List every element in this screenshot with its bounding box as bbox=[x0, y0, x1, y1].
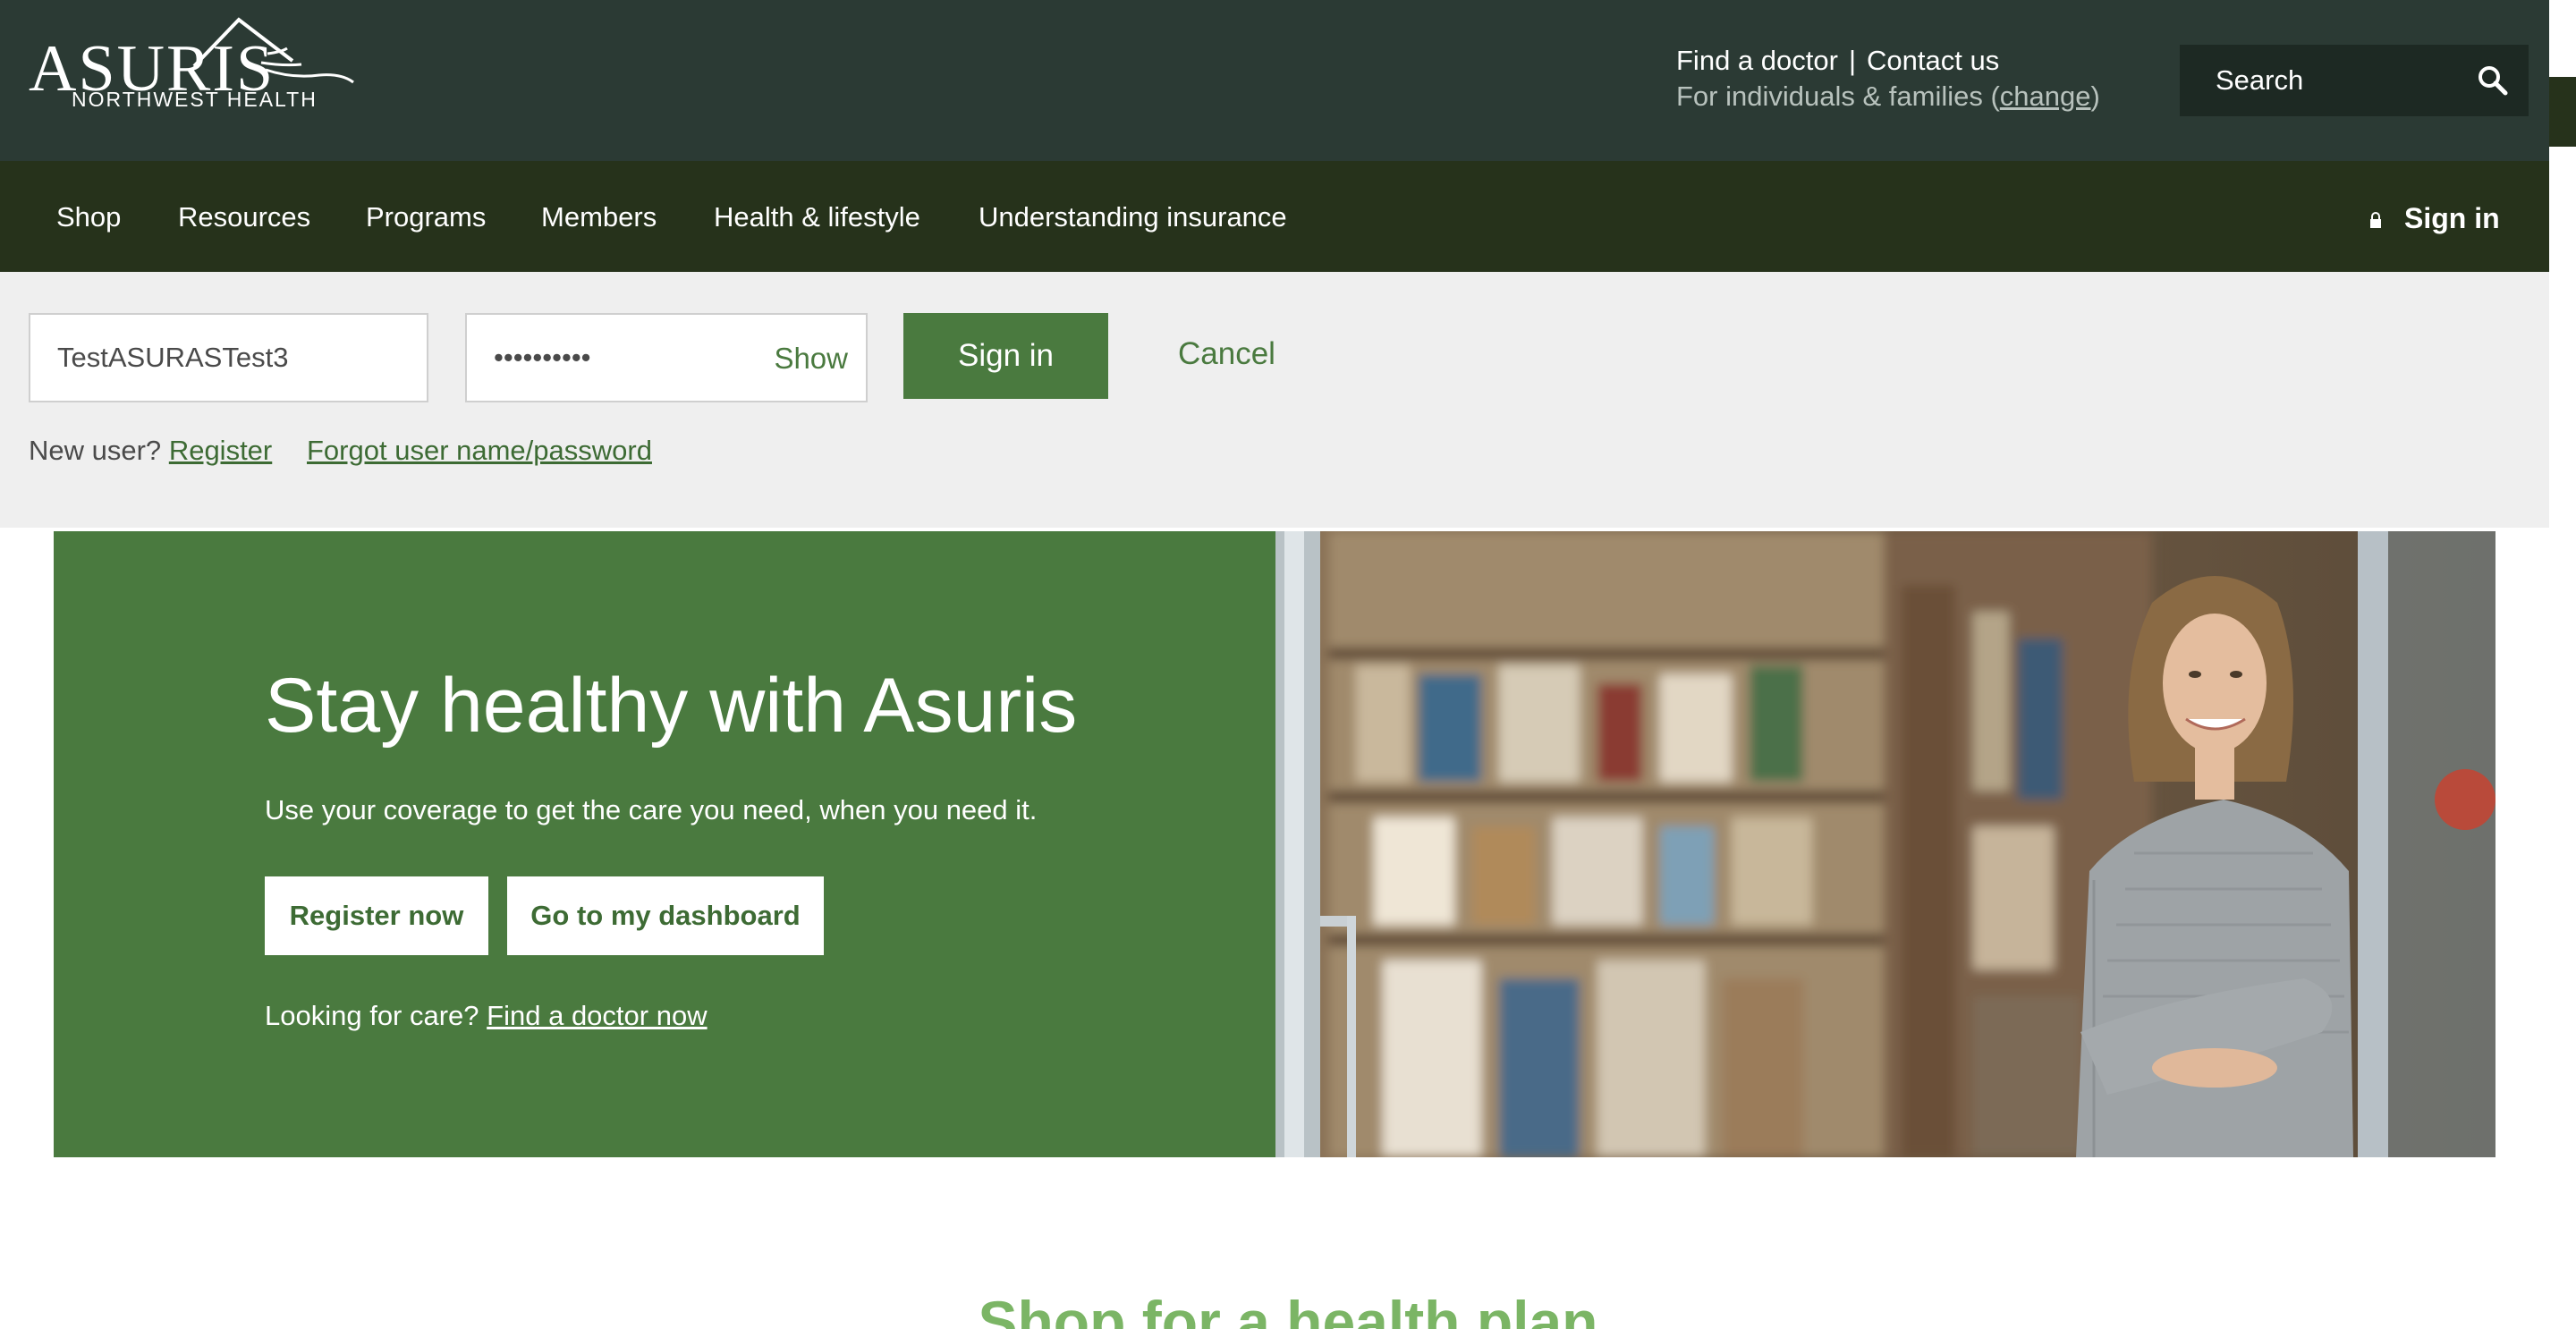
nav-item-resources[interactable]: Resources bbox=[178, 201, 310, 233]
woman-in-bookshop-image bbox=[1275, 531, 2496, 1157]
audience-text: For individuals & families ( bbox=[1676, 80, 2000, 112]
username-field[interactable] bbox=[30, 315, 427, 401]
signin-panel: Show Sign in Cancel New user? Register F… bbox=[0, 272, 2549, 528]
audience-change-link[interactable]: change bbox=[2000, 80, 2091, 112]
show-password-button[interactable]: Show bbox=[774, 342, 848, 376]
search-icon[interactable] bbox=[2477, 64, 2509, 97]
nav-item-health-lifestyle[interactable]: Health & lifestyle bbox=[714, 201, 920, 233]
contact-us-link[interactable]: Contact us bbox=[1867, 45, 1999, 76]
register-now-button[interactable]: Register now bbox=[265, 876, 488, 955]
hero-panel: Stay healthy with Asuris Use your covera… bbox=[54, 531, 1275, 1157]
search-box bbox=[2180, 45, 2529, 116]
looking-for-care: Looking for care? Find a doctor now bbox=[265, 1000, 708, 1032]
page-edge-strip bbox=[2549, 77, 2576, 147]
hero-title: Stay healthy with Asuris bbox=[265, 663, 1078, 749]
utility-links: Find a doctor | Contact us bbox=[1676, 45, 1999, 77]
hero-subtitle: Use your coverage to get the care you ne… bbox=[265, 794, 1038, 825]
nav-item-programs[interactable]: Programs bbox=[366, 201, 486, 233]
hero-photo bbox=[1275, 531, 2496, 1157]
audience-suffix: ) bbox=[2090, 80, 2100, 112]
username-field-wrapper bbox=[29, 313, 428, 402]
utility-separator: | bbox=[1848, 45, 1856, 76]
find-doctor-now-link[interactable]: Find a doctor now bbox=[487, 1000, 707, 1031]
cancel-button[interactable]: Cancel bbox=[1178, 336, 1275, 372]
forgot-credentials-link[interactable]: Forgot user name/password bbox=[307, 435, 652, 467]
password-field-wrapper: Show bbox=[465, 313, 868, 402]
top-header: ASURIS NORTHWEST HEALTH Find a doctor | Co… bbox=[0, 0, 2549, 161]
section-title: Shop for a health plan bbox=[978, 1289, 1598, 1329]
find-doctor-link[interactable]: Find a doctor bbox=[1676, 45, 1838, 76]
new-user-text: New user? bbox=[29, 435, 162, 466]
nav-signin-link[interactable]: Sign in bbox=[2404, 202, 2500, 235]
new-user-helper: New user? Register bbox=[29, 435, 272, 467]
main-nav: Shop Resources Programs Members Health &… bbox=[0, 161, 2549, 272]
signin-submit-button[interactable]: Sign in bbox=[903, 313, 1108, 399]
nav-item-members[interactable]: Members bbox=[541, 201, 657, 233]
care-text: Looking for care? bbox=[265, 1000, 479, 1031]
register-link[interactable]: Register bbox=[169, 435, 272, 466]
brand-tagline: NORTHWEST HEALTH bbox=[72, 88, 318, 111]
asuris-logo[interactable]: ASURIS NORTHWEST HEALTH bbox=[29, 16, 354, 114]
audience-selector: For individuals & families (change) bbox=[1676, 80, 2100, 113]
search-input[interactable] bbox=[2180, 45, 2466, 116]
nav-item-shop[interactable]: Shop bbox=[56, 201, 121, 233]
nav-item-understanding-insurance[interactable]: Understanding insurance bbox=[979, 201, 1287, 233]
go-to-dashboard-button[interactable]: Go to my dashboard bbox=[507, 876, 824, 955]
lock-icon bbox=[2370, 212, 2381, 228]
